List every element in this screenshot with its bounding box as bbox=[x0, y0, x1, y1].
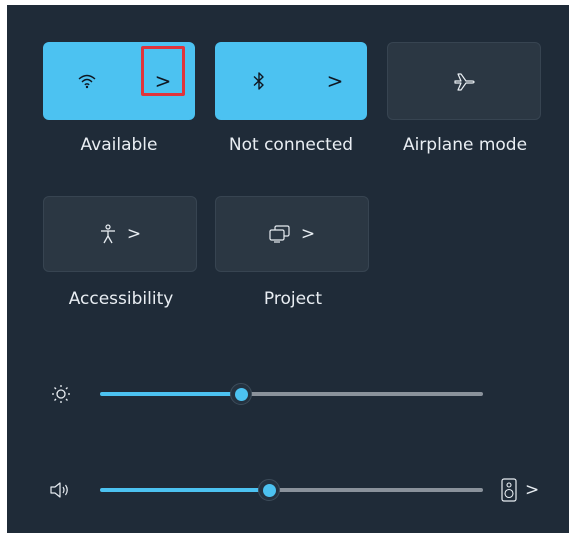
volume-slider-thumb[interactable] bbox=[258, 479, 280, 501]
chevron-right-icon: > bbox=[126, 223, 142, 244]
chevron-right-icon: > bbox=[326, 69, 344, 93]
accessibility-tile[interactable]: > bbox=[43, 196, 197, 272]
audio-output-button[interactable]: > bbox=[501, 477, 539, 503]
project-label: Project bbox=[263, 289, 323, 309]
audio-device-icon bbox=[501, 478, 517, 502]
brightness-slider-thumb[interactable] bbox=[230, 383, 252, 405]
bluetooth-tile: > bbox=[215, 42, 367, 120]
wifi-icon bbox=[77, 73, 97, 89]
brightness-row bbox=[7, 379, 569, 409]
volume-track-filled bbox=[100, 488, 269, 492]
highlight-box bbox=[141, 46, 185, 96]
airplane-mode-label: Airplane mode bbox=[402, 135, 528, 155]
accessibility-label: Accessibility bbox=[68, 289, 174, 309]
project-icon bbox=[269, 225, 291, 243]
airplane-mode-tile[interactable] bbox=[387, 42, 541, 120]
brightness-track-remaining bbox=[241, 392, 483, 396]
quick-settings-panel: > Available > Not connected Airplane mod… bbox=[7, 5, 569, 533]
bluetooth-toggle-button[interactable] bbox=[215, 42, 303, 120]
bluetooth-status-label: Not connected bbox=[228, 135, 354, 155]
brightness-track-filled bbox=[100, 392, 241, 396]
volume-row: > bbox=[7, 475, 569, 505]
airplane-icon bbox=[453, 71, 475, 91]
chevron-right-icon: > bbox=[525, 479, 540, 500]
bluetooth-expand-button[interactable]: > bbox=[303, 42, 367, 120]
accessibility-icon bbox=[99, 224, 117, 244]
speaker-icon[interactable] bbox=[49, 481, 71, 499]
volume-track-remaining bbox=[269, 488, 483, 492]
wifi-tile: > bbox=[43, 42, 195, 120]
chevron-right-icon: > bbox=[300, 223, 316, 244]
wifi-toggle-button[interactable] bbox=[43, 42, 131, 120]
wifi-status-label: Available bbox=[80, 135, 158, 155]
wifi-expand-button[interactable]: > bbox=[131, 42, 195, 120]
project-tile[interactable]: > bbox=[215, 196, 369, 272]
bluetooth-icon bbox=[252, 71, 266, 91]
brightness-icon bbox=[51, 384, 71, 404]
